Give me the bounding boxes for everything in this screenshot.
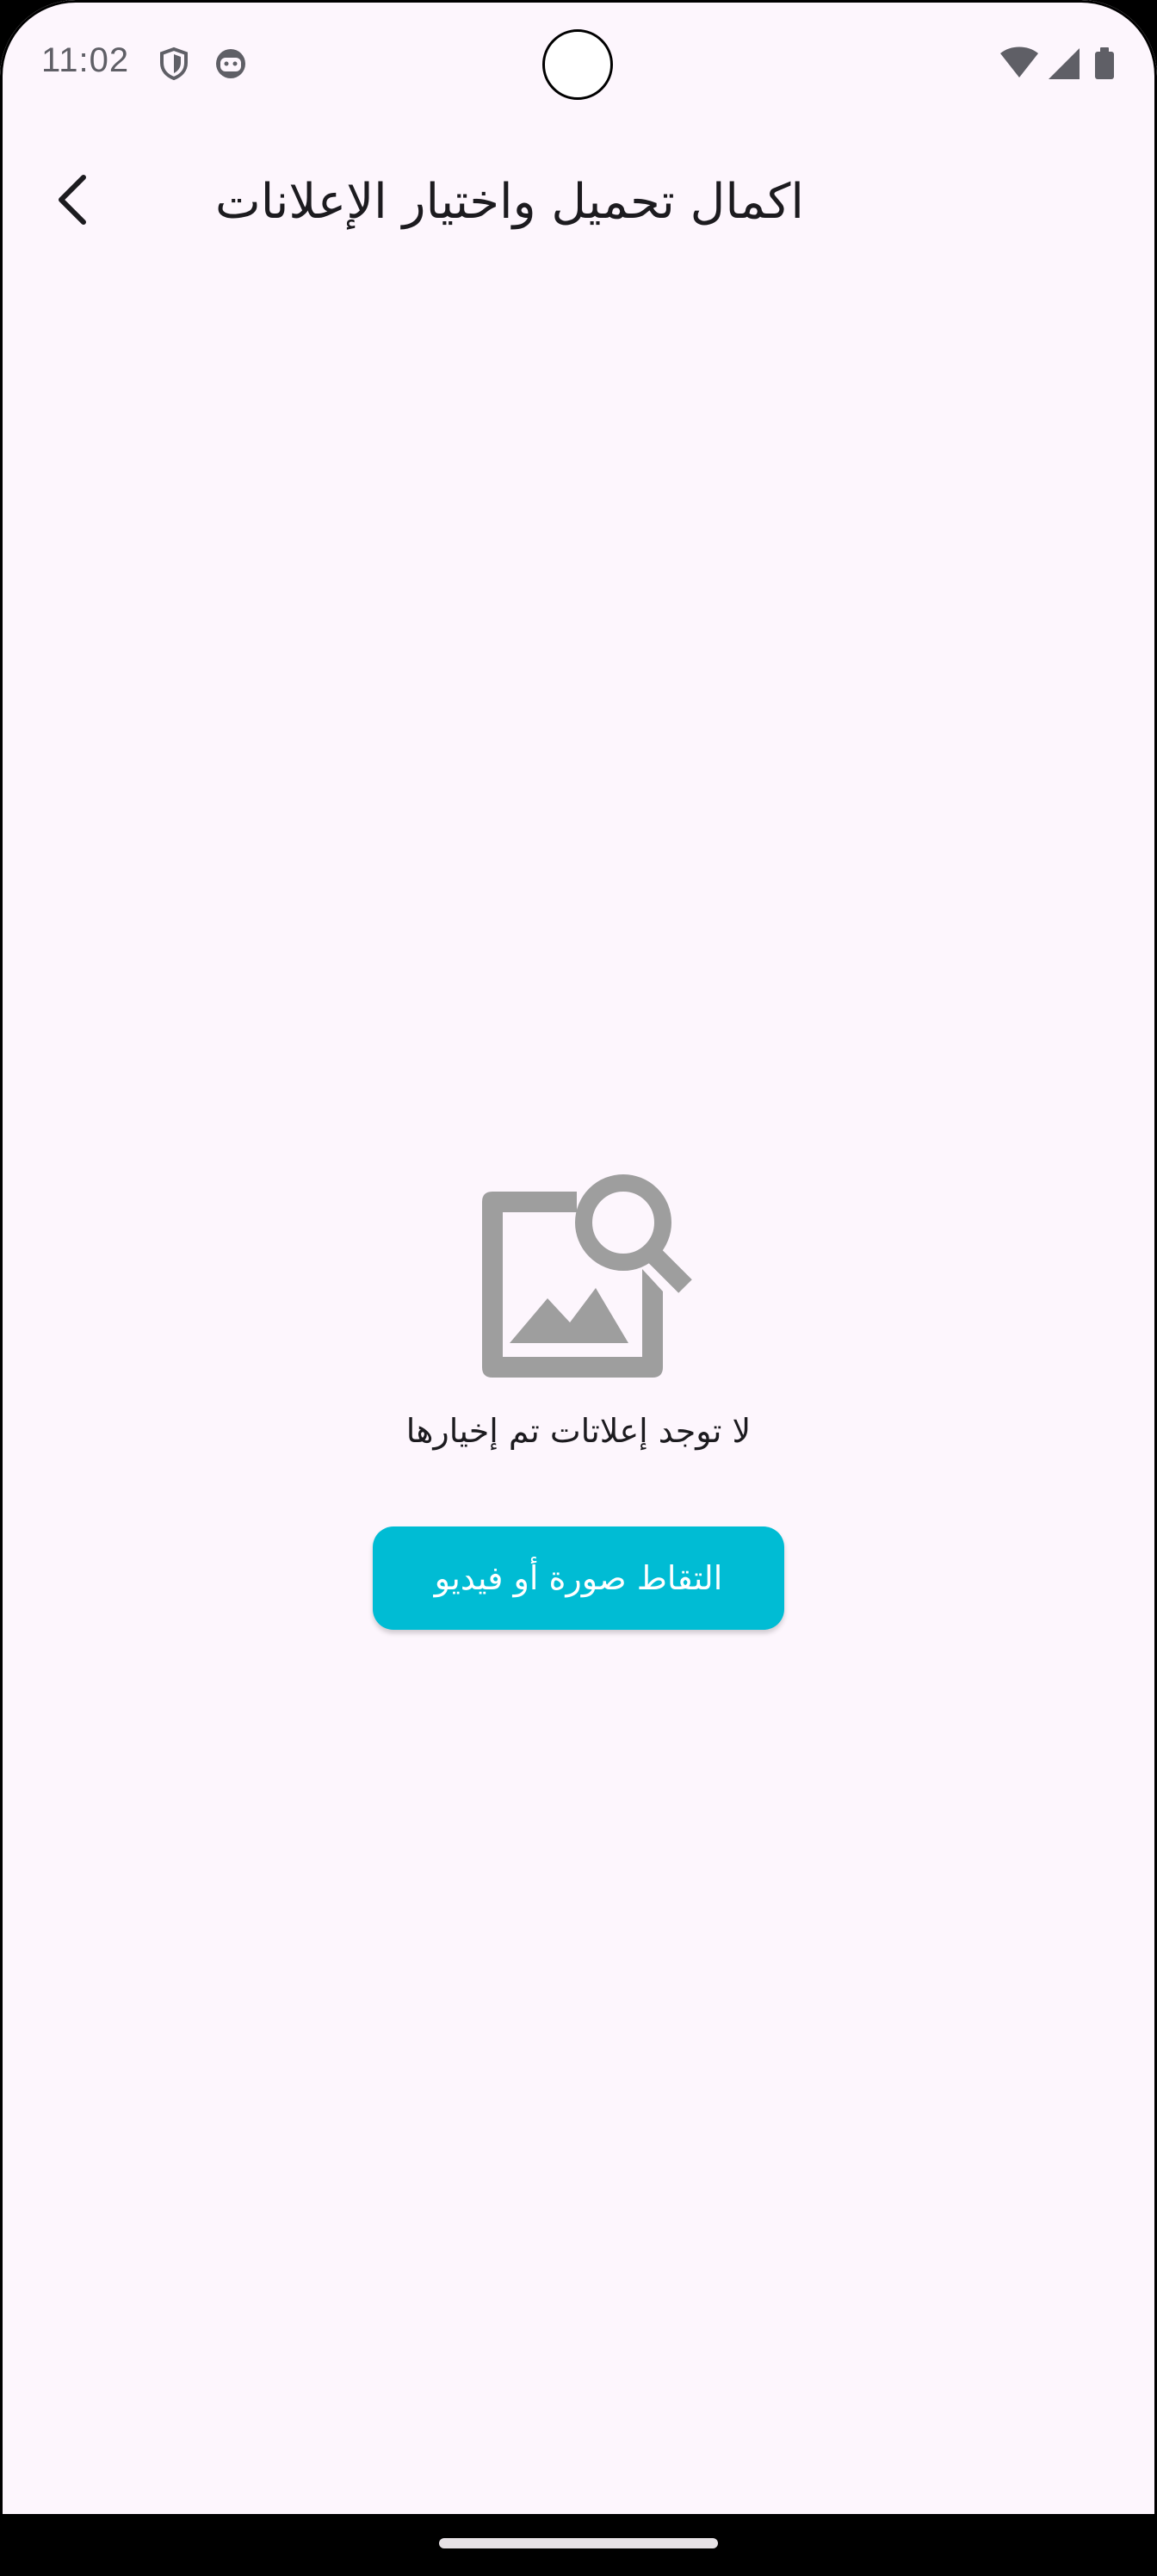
empty-message: لا توجد إعلاتات تم إخيارها bbox=[405, 1412, 752, 1450]
face-icon bbox=[213, 46, 248, 81]
page-title: اكمال تحميل واختيار الإعلانات bbox=[215, 174, 804, 230]
app-bar: اكمال تحميل واختيار الإعلانات bbox=[0, 146, 1157, 258]
signal-icon bbox=[1049, 48, 1080, 79]
screen: 11:02 اكمال تحميل واختيار الإعلانات لا ت… bbox=[0, 0, 1157, 2576]
camera-cutout bbox=[542, 29, 613, 100]
status-time: 11:02 bbox=[41, 41, 130, 79]
wifi-icon bbox=[1000, 46, 1038, 77]
battery-icon bbox=[1095, 47, 1114, 79]
capture-photo-video-button[interactable]: التقاط صورة أو فيديو bbox=[373, 1526, 784, 1630]
image-search-icon bbox=[465, 1162, 697, 1395]
chevron-left-icon bbox=[59, 175, 86, 225]
empty-state: لا توجد إعلاتات تم إخيارها التقاط صورة أ… bbox=[0, 1162, 1157, 1644]
back-button[interactable] bbox=[38, 165, 107, 234]
status-right-icons bbox=[999, 46, 1119, 81]
status-bar: 11:02 bbox=[0, 0, 1157, 129]
shield-icon bbox=[157, 46, 191, 81]
home-indicator[interactable] bbox=[439, 2538, 718, 2548]
